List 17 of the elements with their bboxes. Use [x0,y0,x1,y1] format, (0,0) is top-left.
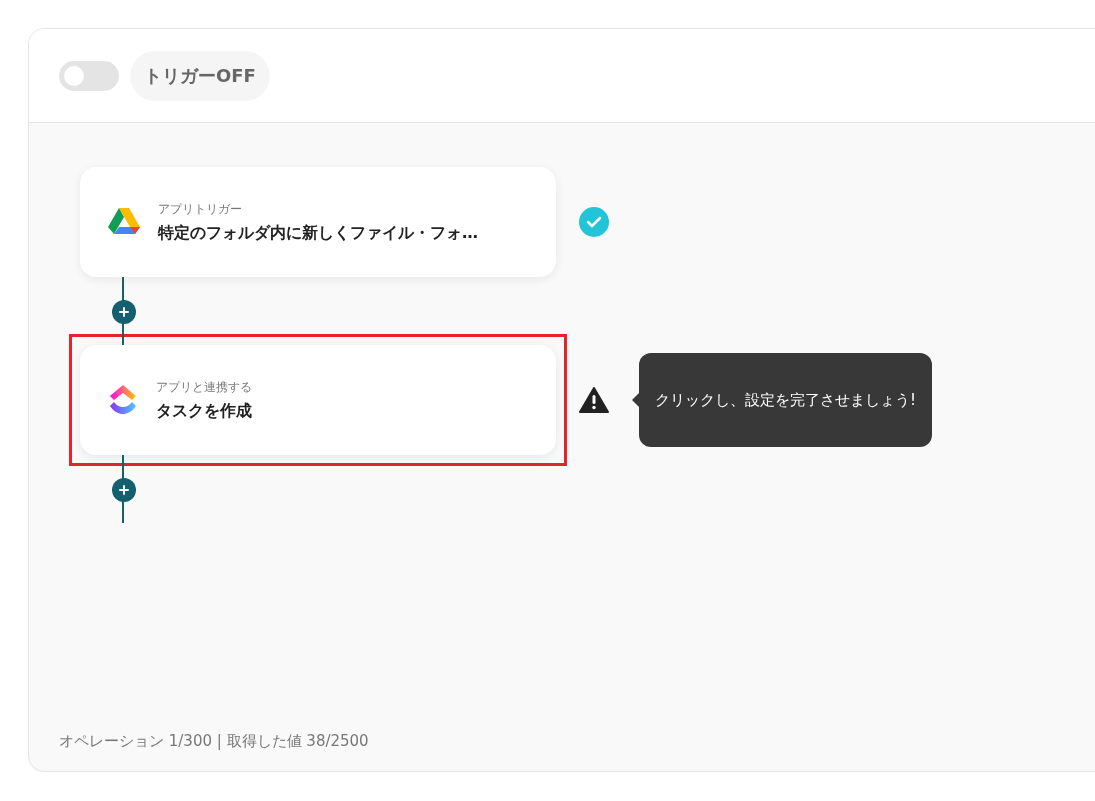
plus-icon [118,307,129,317]
trigger-toggle[interactable] [59,60,119,91]
plus-icon [118,485,129,495]
step-card[interactable]: アプリトリガー 特定のフォルダ内に新しくファイル・フォ… [80,167,556,277]
usage-summary: オペレーション 1/300 | 取得した値 38/2500 [58,732,370,752]
step-title: タスクを作成 [156,400,252,422]
add-step-button[interactable] [111,478,136,502]
drive-logo-icon [108,208,140,236]
step-label: アプリと連携する [156,378,252,396]
tooltip: クリックし、設定を完了させましょう! [639,353,932,447]
add-step-button[interactable] [111,300,136,324]
step-label: アプリトリガー [158,200,243,218]
tooltip-pointer-icon [632,393,639,407]
clickup-logo-icon [108,384,138,416]
trigger-status-label: トリガーOFF [130,50,270,101]
step-card[interactable]: アプリと連携する タスクを作成 [80,345,556,455]
step-title: 特定のフォルダ内に新しくファイル・フォ… [158,222,478,244]
